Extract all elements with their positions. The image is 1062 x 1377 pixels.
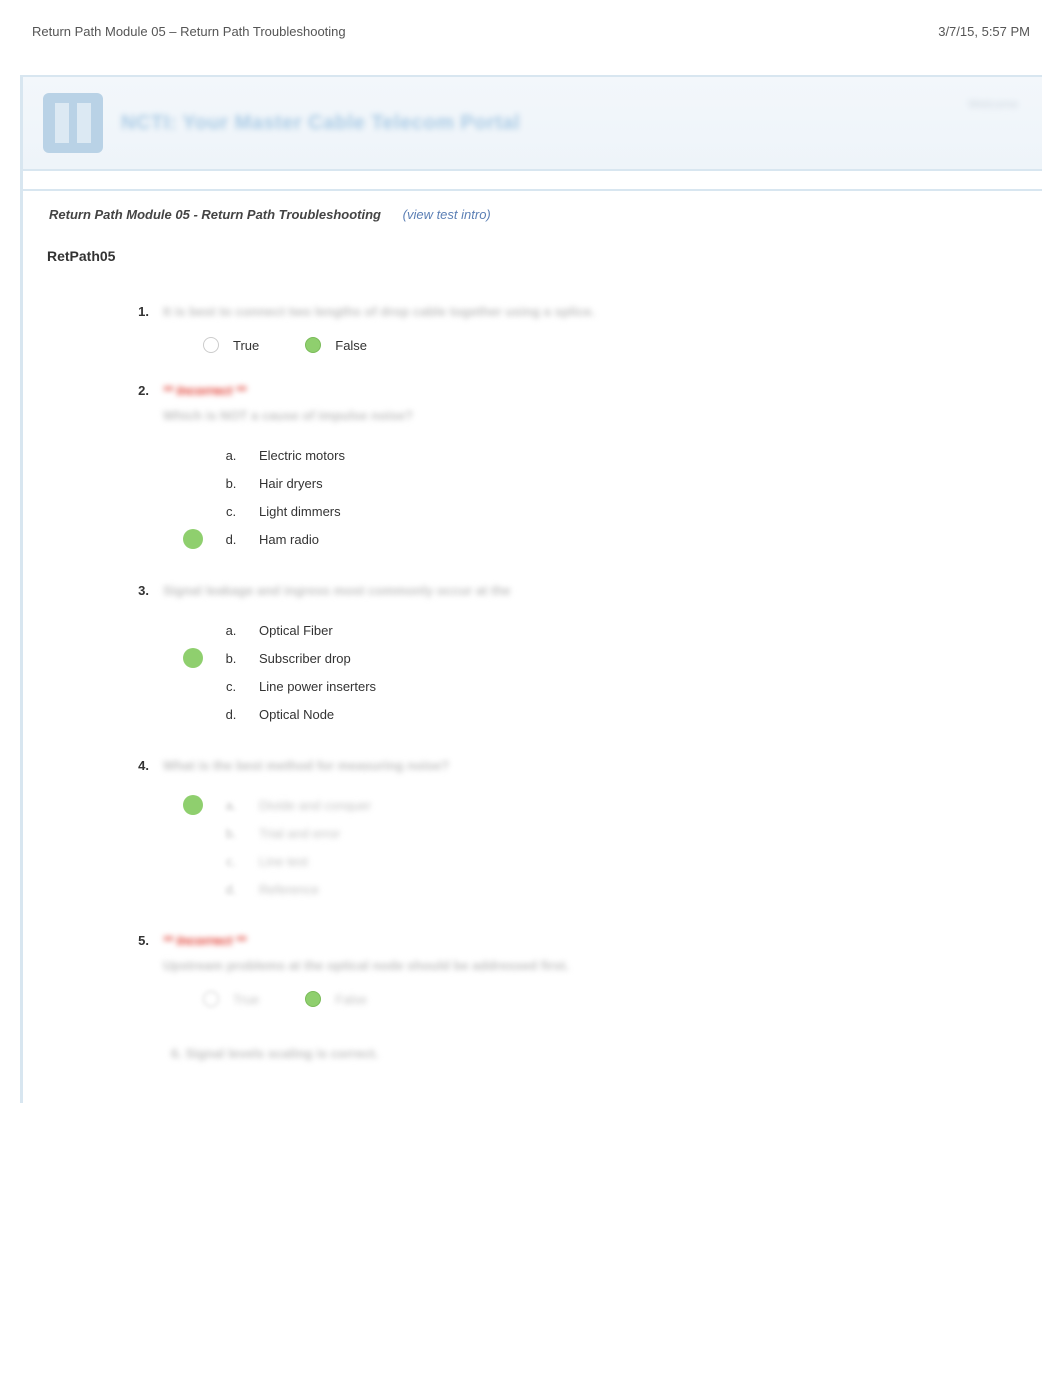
option-label: False: [335, 338, 367, 353]
option-text: Reference: [259, 882, 319, 897]
option-mark: [183, 851, 203, 871]
site-banner: NCTI: Your Master Cable Telecom Portal W…: [23, 75, 1042, 171]
banner-right-text: Welcome: [968, 97, 1018, 111]
option-d[interactable]: d. Ham radio: [183, 525, 1012, 553]
option-letter: d.: [221, 882, 241, 897]
correct-mark-icon: [183, 648, 203, 668]
question-5: 5. ** Incorrect ** Upstream problems at …: [53, 933, 1012, 1007]
correct-mark-icon: [183, 795, 203, 815]
option-letter: b.: [221, 651, 241, 666]
option-b[interactable]: b. Trial and error: [183, 819, 1012, 847]
question-prompt: It is best to connect two lengths of dro…: [163, 304, 1012, 319]
option-mark: [183, 445, 203, 465]
question-prompt: Which is NOT a cause of impulse noise?: [163, 408, 1012, 423]
banner-title: NCTI: Your Master Cable Telecom Portal: [121, 112, 520, 135]
incorrect-badge: ** Incorrect **: [163, 933, 1012, 948]
option-text: Divide and conquer: [259, 798, 371, 813]
option-letter: a.: [221, 448, 241, 463]
option-c[interactable]: c. Light dimmers: [183, 497, 1012, 525]
option-mark: [183, 676, 203, 696]
question-number: 5.: [53, 933, 163, 1007]
option-b[interactable]: b. Hair dryers: [183, 469, 1012, 497]
option-mark: [183, 473, 203, 493]
option-c[interactable]: c. Line power inserters: [183, 672, 1012, 700]
option-label: False: [335, 992, 367, 1007]
question-prompt: What is the best method for measuring no…: [163, 758, 1012, 773]
option-mark: [183, 501, 203, 521]
option-text: Optical Node: [259, 707, 334, 722]
option-a[interactable]: a. Electric motors: [183, 441, 1012, 469]
option-label: True: [233, 338, 259, 353]
option-letter: d.: [221, 532, 241, 547]
option-label: True: [233, 992, 259, 1007]
option-letter: b.: [221, 476, 241, 491]
option-b[interactable]: b. Subscriber drop: [183, 644, 1012, 672]
option-c[interactable]: c. Line test: [183, 847, 1012, 875]
option-text: Ham radio: [259, 532, 319, 547]
option-letter: c.: [221, 854, 241, 869]
option-mark: [183, 620, 203, 640]
logo-icon: [43, 93, 103, 153]
option-d[interactable]: d. Reference: [183, 875, 1012, 903]
option-letter: a.: [221, 623, 241, 638]
breadcrumb: Return Path Module 05 - Return Path Trou…: [23, 201, 1042, 228]
question-4: 4. What is the best method for measuring…: [53, 758, 1012, 903]
option-mark: [183, 879, 203, 899]
radio-false[interactable]: [305, 337, 321, 353]
radio-false[interactable]: [305, 991, 321, 1007]
question-3: 3. Signal leakage and ingress most commo…: [53, 583, 1012, 728]
question-prompt: Signal leakage and ingress most commonly…: [163, 583, 1012, 598]
breadcrumb-title: Return Path Module 05 - Return Path Trou…: [49, 207, 381, 222]
option-text: Electric motors: [259, 448, 345, 463]
question-2: 2. ** Incorrect ** Which is NOT a cause …: [53, 383, 1012, 553]
option-letter: b.: [221, 826, 241, 841]
doc-title: Return Path Module 05 – Return Path Trou…: [32, 24, 346, 39]
option-letter: d.: [221, 707, 241, 722]
incorrect-badge: ** Incorrect **: [163, 383, 1012, 398]
radio-true[interactable]: [203, 991, 219, 1007]
question-prompt: Upstream problems at the optical node sh…: [163, 958, 1012, 973]
option-a[interactable]: a. Divide and conquer: [183, 791, 1012, 819]
option-letter: c.: [221, 679, 241, 694]
question-number: 1.: [53, 304, 163, 353]
question-prompt: 6. Signal levels scaling is correct.: [171, 1046, 378, 1061]
correct-mark-icon: [183, 529, 203, 549]
option-letter: a.: [221, 798, 241, 813]
option-d[interactable]: d. Optical Node: [183, 700, 1012, 728]
option-text: Hair dryers: [259, 476, 323, 491]
radio-true[interactable]: [203, 337, 219, 353]
question-1: 1. It is best to connect two lengths of …: [53, 304, 1012, 353]
question-number: 3.: [53, 583, 163, 728]
option-text: Light dimmers: [259, 504, 341, 519]
question-number: 4.: [53, 758, 163, 903]
doc-timestamp: 3/7/15, 5:57 PM: [938, 24, 1030, 39]
option-a[interactable]: a. Optical Fiber: [183, 616, 1012, 644]
option-text: Optical Fiber: [259, 623, 333, 638]
divider: [23, 189, 1042, 191]
question-6-partial: 6. Signal levels scaling is correct.: [171, 1045, 1012, 1063]
option-text: Line power inserters: [259, 679, 376, 694]
question-list: 1. It is best to connect two lengths of …: [23, 304, 1042, 1103]
option-text: Line test: [259, 854, 308, 869]
section-code: RetPath05: [23, 228, 1042, 274]
question-number: 2.: [53, 383, 163, 553]
option-letter: c.: [221, 504, 241, 519]
option-text: Trial and error: [259, 826, 340, 841]
option-mark: [183, 823, 203, 843]
option-text: Subscriber drop: [259, 651, 351, 666]
option-mark: [183, 704, 203, 724]
view-test-intro-link[interactable]: (view test intro): [403, 207, 491, 222]
